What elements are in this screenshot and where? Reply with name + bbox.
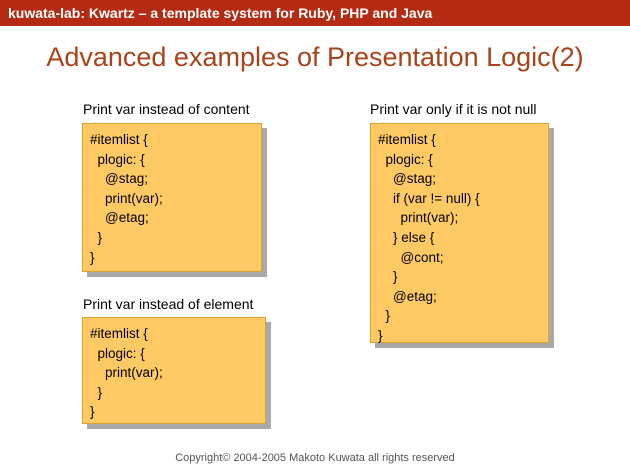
code-content-example: #itemlist { plogic: { @stag; print(var);… <box>90 132 163 265</box>
caption-not-null-example: Print var only if it is not null <box>370 101 537 117</box>
code-box-element-example: #itemlist { plogic: { print(var); } } <box>82 317 266 424</box>
header-title: kuwata-lab: Kwartz – a template system f… <box>8 5 433 21</box>
caption-content-example: Print var instead of content <box>83 101 250 117</box>
copyright-footer: Copyright© 2004-2005 Makoto Kuwata all r… <box>175 452 455 464</box>
code-box-content-example: #itemlist { plogic: { @stag; print(var);… <box>82 123 262 272</box>
code-element-example: #itemlist { plogic: { print(var); } } <box>90 326 163 420</box>
code-not-null-example: #itemlist { plogic: { @stag; if (var != … <box>378 132 480 343</box>
slide-title: Advanced examples of Presentation Logic(… <box>46 42 584 72</box>
code-box-not-null-example: #itemlist { plogic: { @stag; if (var != … <box>370 123 549 343</box>
caption-element-example: Print var instead of element <box>83 296 254 312</box>
header-bar: kuwata-lab: Kwartz – a template system f… <box>0 0 630 26</box>
